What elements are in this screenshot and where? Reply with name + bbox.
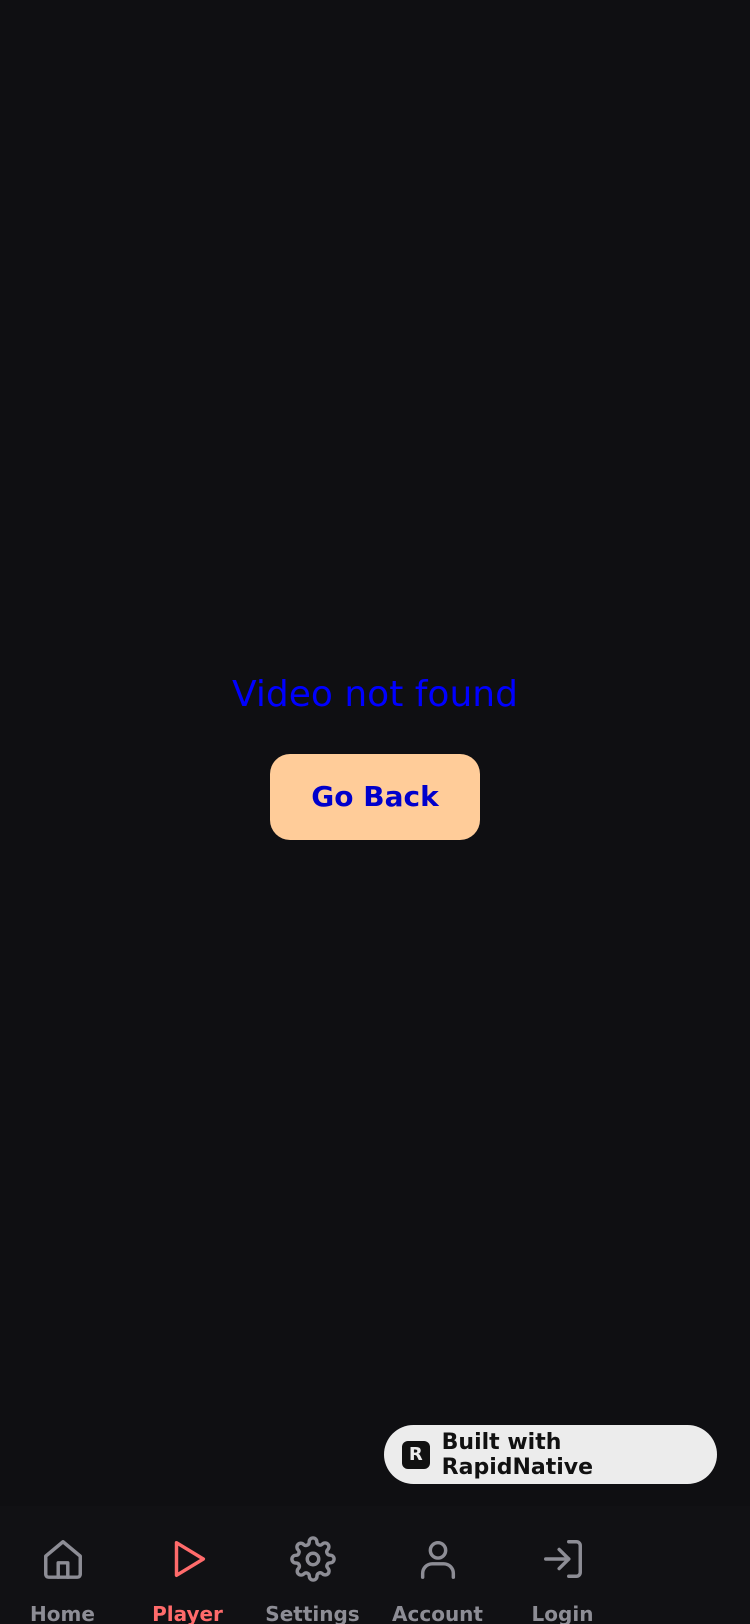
tab-login[interactable]: Login (500, 1506, 625, 1624)
tab-account[interactable]: Account (375, 1506, 500, 1624)
tab-player-label: Player (152, 1602, 223, 1624)
gear-icon (290, 1536, 336, 1582)
play-icon (174, 1540, 206, 1578)
rapidnative-logo-icon: R (402, 1440, 430, 1469)
tab-account-label: Account (392, 1602, 483, 1624)
tab-login-label: Login (531, 1602, 594, 1624)
tab-bar: Home Player Settings Account Login (0, 1506, 750, 1624)
tab-player[interactable]: Player (125, 1506, 250, 1624)
tab-home[interactable]: Home (0, 1506, 125, 1624)
error-message: Video not found (232, 674, 518, 715)
screen: Video not found Go Back R Built with Rap… (0, 0, 750, 1624)
tab-home-label: Home (30, 1602, 95, 1624)
go-back-button[interactable]: Go Back (270, 754, 480, 840)
badge-text: Built with RapidNative (441, 1429, 594, 1480)
user-icon (420, 1540, 456, 1579)
tab-settings-label: Settings (265, 1602, 360, 1624)
tab-settings[interactable]: Settings (250, 1506, 375, 1624)
login-icon (544, 1540, 582, 1578)
built-with-badge[interactable]: R Built with RapidNative (384, 1425, 717, 1484)
home-icon (44, 1540, 82, 1579)
